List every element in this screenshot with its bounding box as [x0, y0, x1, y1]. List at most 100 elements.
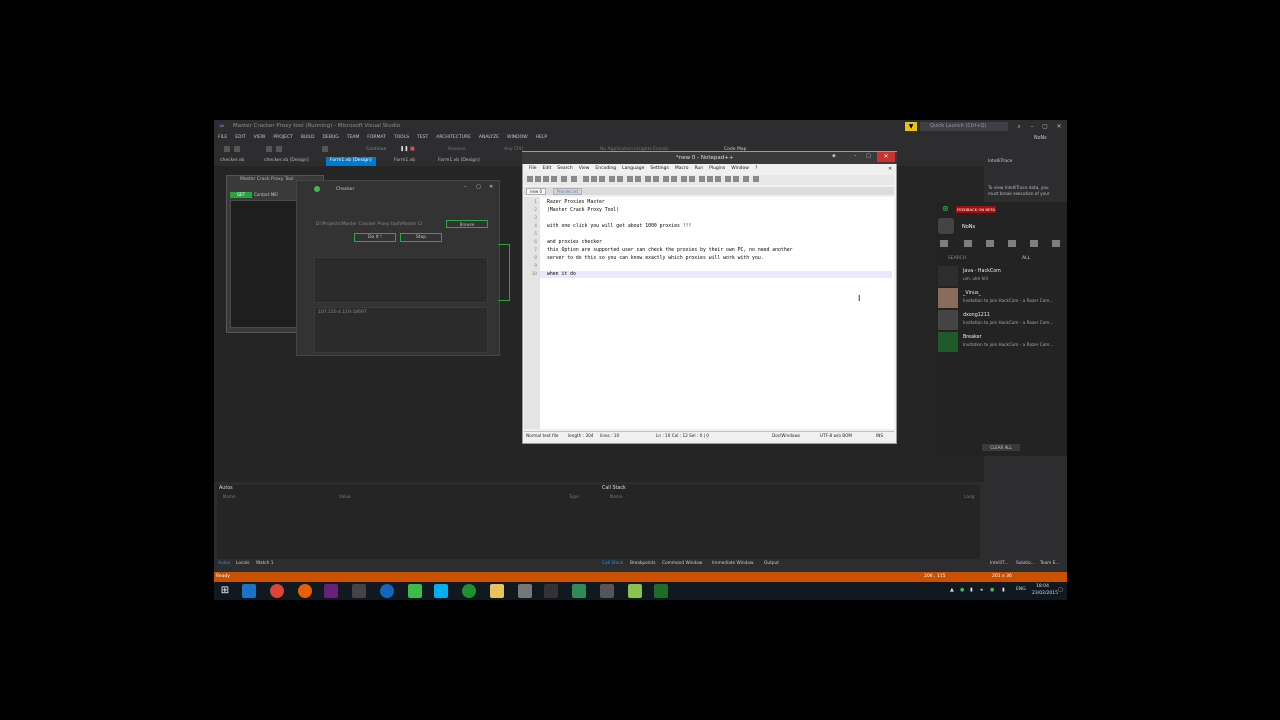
checker-minimize-icon[interactable]: – — [464, 184, 467, 190]
save-icon[interactable] — [266, 146, 272, 152]
tab-autos[interactable]: Autos — [218, 561, 230, 566]
razer-comms-icon[interactable] — [462, 584, 476, 598]
npp-menu-encoding[interactable]: Encoding — [592, 166, 619, 171]
stop-icon[interactable]: ■ — [410, 146, 415, 152]
tab-solution-explorer[interactable]: Solutio... — [1016, 561, 1035, 566]
app-icon[interactable] — [544, 584, 558, 598]
tray-network-icon[interactable]: ▮ — [970, 587, 973, 593]
tab-checker-vb[interactable]: checker.vb — [216, 157, 248, 166]
replace-icon[interactable] — [635, 176, 641, 182]
npp-doc-close-icon[interactable]: ✕ — [888, 166, 892, 172]
paste-icon[interactable] — [599, 176, 605, 182]
menu-analyze[interactable]: ANALYZE — [475, 133, 503, 143]
tray-volume-icon[interactable]: ◂ — [980, 587, 983, 593]
tab-checker-design[interactable]: checker.vb [Design] — [260, 157, 313, 166]
save-all-icon[interactable] — [276, 146, 282, 152]
config-select[interactable]: Release — [448, 147, 466, 152]
notification-flag-icon[interactable]: ▼ — [905, 122, 917, 131]
firefox-icon[interactable] — [298, 584, 312, 598]
open-file-icon[interactable] — [535, 176, 541, 182]
menu-team[interactable]: TEAM — [343, 133, 364, 143]
npp-menu-search[interactable]: Search — [554, 166, 575, 171]
menu-window[interactable]: WINDOW — [503, 133, 532, 143]
stop-macro-icon[interactable] — [707, 176, 713, 182]
list-item[interactable]: _Vinus_ Invitation to join HackCom - a R… — [938, 288, 1064, 308]
save-macro-icon[interactable] — [733, 176, 739, 182]
tray-signal-icon[interactable]: ▮ — [1002, 587, 1005, 593]
tab-form1-vb[interactable]: Form1.vb — [390, 157, 419, 166]
search-icon[interactable]: ⌕ — [1013, 122, 1025, 132]
menu-tools[interactable]: TOOLS — [390, 133, 413, 143]
platform-select[interactable]: Any CPU — [504, 147, 523, 152]
group-icon[interactable] — [986, 240, 994, 247]
column-header-lang[interactable]: Lang — [964, 495, 974, 500]
list-item[interactable]: Java - HackCom um, ulm hill — [938, 266, 1064, 286]
comms-search-input[interactable]: SEARCH — [948, 256, 966, 261]
npp-tab-new0[interactable]: new 0 — [526, 188, 547, 195]
gamepad-icon[interactable] — [1052, 240, 1060, 247]
undo-icon-npp[interactable] — [609, 176, 615, 182]
menu-view[interactable]: VIEW — [250, 133, 270, 143]
show-all-icon[interactable] — [681, 176, 687, 182]
doc-map-icon[interactable] — [743, 176, 749, 182]
save-all-files-icon[interactable] — [551, 176, 557, 182]
cut-icon[interactable] — [583, 176, 589, 182]
back-icon[interactable] — [224, 146, 230, 152]
menu-edit[interactable]: EDIT — [231, 133, 249, 143]
contact-tab[interactable]: Contact ME! — [254, 192, 278, 197]
do-it-button[interactable]: Do It ! — [354, 233, 396, 242]
visual-studio-icon[interactable] — [324, 584, 338, 598]
column-header-name[interactable]: Name — [610, 495, 623, 500]
record-macro-icon[interactable] — [699, 176, 705, 182]
vs-user-name[interactable]: NoNs — [1034, 136, 1047, 141]
tab-breakpoints[interactable]: Breakpoints — [630, 561, 656, 566]
tab-intellitrace[interactable]: IntelliT... — [990, 561, 1008, 566]
tab-form1-design[interactable]: Form1.vb [Design] — [326, 157, 376, 166]
app-icon[interactable] — [600, 584, 614, 598]
menu-build[interactable]: BUILD — [297, 133, 319, 143]
list-item[interactable]: Breaker Invitation to join HackCom - a R… — [938, 332, 1064, 352]
menu-architecture[interactable]: ARCHITECTURE — [432, 133, 475, 143]
npp-menu-edit[interactable]: Edit — [540, 166, 555, 171]
list-item[interactable]: dxong1211 Invitation to join HackCom - a… — [938, 310, 1064, 330]
windows-start-icon[interactable]: ⊞ — [218, 584, 232, 598]
menu-project[interactable]: PROJECT — [269, 133, 296, 143]
new-file-icon[interactable] — [527, 176, 533, 182]
skype-icon[interactable] — [434, 584, 448, 598]
zoom-out-icon[interactable] — [653, 176, 659, 182]
column-header-type[interactable]: Type — [569, 495, 579, 500]
ccleaner-icon[interactable] — [380, 584, 394, 598]
copy-icon[interactable] — [591, 176, 597, 182]
column-header-name[interactable]: Name — [223, 495, 236, 500]
npp-tab-proxies[interactable]: Proxies.txt — [553, 188, 583, 195]
indent-guide-icon[interactable] — [689, 176, 695, 182]
zoom-in-icon[interactable] — [645, 176, 651, 182]
tray-razer-icon[interactable]: ● — [960, 587, 964, 593]
menu-format[interactable]: FORMAT — [363, 133, 390, 143]
calculator-icon[interactable] — [352, 584, 366, 598]
close-file-icon[interactable] — [561, 176, 567, 182]
notifications-icon[interactable]: ▢ — [1058, 587, 1063, 593]
notepad-close-icon[interactable]: ✕ — [877, 152, 895, 162]
browse-button[interactable]: Browse — [446, 220, 488, 228]
notepad-minimize-icon[interactable]: – — [854, 153, 857, 159]
tab-command-window[interactable]: Command Window — [662, 561, 702, 566]
comms-filter-select[interactable]: ALL — [1022, 256, 1030, 261]
menu-test[interactable]: TEST — [413, 133, 432, 143]
ie-icon[interactable] — [242, 584, 256, 598]
npp-menu-language[interactable]: Language — [619, 166, 647, 171]
tray-app-icon[interactable]: ● — [990, 587, 994, 593]
notepad-restore-icon[interactable]: ◈ — [832, 153, 836, 159]
npp-menu-macro[interactable]: Macro — [672, 166, 692, 171]
friend-icon[interactable] — [964, 240, 972, 247]
tray-language[interactable]: ENG — [1016, 587, 1026, 592]
notepad-text-area[interactable] — [524, 197, 894, 429]
npp-menu-settings[interactable]: Settings — [647, 166, 671, 171]
continue-button[interactable]: Continue — [366, 147, 386, 152]
app-icon[interactable] — [518, 584, 532, 598]
run-macro-icon[interactable] — [725, 176, 731, 182]
feedback-beta-button[interactable]: FEEDBACK ON BETA — [956, 206, 996, 213]
forward-icon[interactable] — [234, 146, 240, 152]
redo-icon[interactable] — [617, 176, 623, 182]
razer-synapse-icon[interactable] — [408, 584, 422, 598]
